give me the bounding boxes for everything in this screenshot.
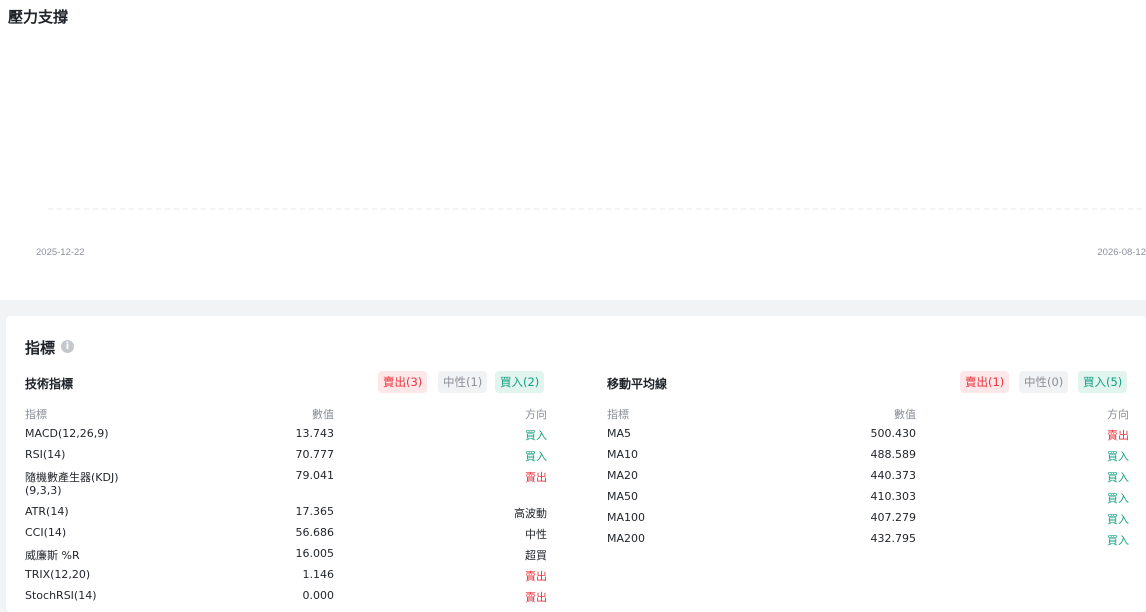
row-value: 432.795 [870,532,917,545]
moving-average-section: 移動平均線 賣出(1) 中性(0) 買入(5) 指標 數值 方向 MA5 500.… [588,316,1146,612]
row-direction: 賣出 [525,591,547,604]
row-name: MA10 [607,448,639,461]
row-direction: 賣出 [525,471,547,484]
row-direction: 賣出 [525,570,547,583]
row-name: MA20 [607,469,639,482]
row-value: 70.777 [295,448,335,461]
row-direction: 買入 [1107,534,1129,547]
row-direction: 買入 [1107,450,1129,463]
chart-section: 壓力支撐 540,000510,000480,000450,000420,000… [0,0,1146,300]
row-name: MACD(12,26,9) [25,427,109,440]
row-direction: 買入 [1107,471,1129,484]
ma-header-direction: 方向 [1107,408,1129,421]
row-name: RSI(14) [25,448,66,461]
row-value: 13.743 [295,427,335,440]
ma-header-value: 數值 [894,408,916,421]
row-direction: 中性 [525,528,547,541]
row-name: 隨機數產生器(KDJ) [25,471,119,484]
page-title: 壓力支撐 [8,8,69,26]
row-value: 407.279 [870,511,917,524]
ma-header-name: 指標 [607,408,629,421]
row-value: 488.589 [870,448,917,461]
row-value: 0.000 [302,589,335,602]
technical-indicators-section: 技術指標 賣出(3) 中性(1) 買入(2) 指標 數值 方向 MACD(12,… [6,316,566,612]
row-value: 500.430 [870,427,917,440]
technical-header-value: 數值 [312,408,334,421]
technical-indicators-title: 技術指標 [25,377,74,391]
ma-buy-badge[interactable]: 買入(5) [1078,371,1128,393]
row-value: 79.041 [295,469,335,482]
technical-neutral-badge[interactable]: 中性(1) [438,371,488,393]
row-value: 410.303 [870,490,917,503]
row-direction: 買入 [525,429,547,442]
row-direction: 高波動 [514,507,547,520]
row-value: 1.146 [302,568,335,581]
technical-header-direction: 方向 [525,408,547,421]
ma-neutral-badge[interactable]: 中性(0) [1019,371,1069,393]
technical-header-name: 指標 [25,408,47,421]
indicators-panel: 指標 i 技術指標 賣出(3) 中性(1) 買入(2) 指標 數值 方向 MAC… [6,316,1146,612]
row-direction: 超買 [525,549,547,562]
x-start-label: 2025-12-22 [36,247,85,258]
moving-average-title: 移動平均線 [607,377,668,391]
row-name: MA5 [607,427,632,440]
row-name: ATR(14) [25,505,69,518]
row-direction: 買入 [525,450,547,463]
row-value: 16.005 [295,547,335,560]
row-direction: 買入 [1107,492,1129,505]
row-name: MA100 [607,511,646,524]
technical-sell-badge[interactable]: 賣出(3) [378,371,428,393]
row-value: 440.373 [870,469,917,482]
row-name: MA200 [607,532,646,545]
row-name: 威廉斯 %R [25,549,80,562]
row-name: StochRSI(14) [25,589,97,602]
technical-buy-badge[interactable]: 買入(2) [495,371,545,393]
row-name: TRIX(12,20) [25,568,91,581]
row-value: 17.365 [295,505,335,518]
price-chart[interactable]: 540,000510,000480,000450,000420,000390,0… [0,36,1146,266]
row-value: 56.686 [295,526,335,539]
row-direction: 賣出 [1107,429,1129,442]
row-name-params: (9,3,3) [25,484,62,497]
ma-sell-badge[interactable]: 賣出(1) [960,371,1010,393]
row-direction: 買入 [1107,513,1129,526]
row-name: CCI(14) [25,526,67,539]
x-end-label: 2026-08-12 [1097,247,1146,258]
row-name: MA50 [607,490,639,503]
